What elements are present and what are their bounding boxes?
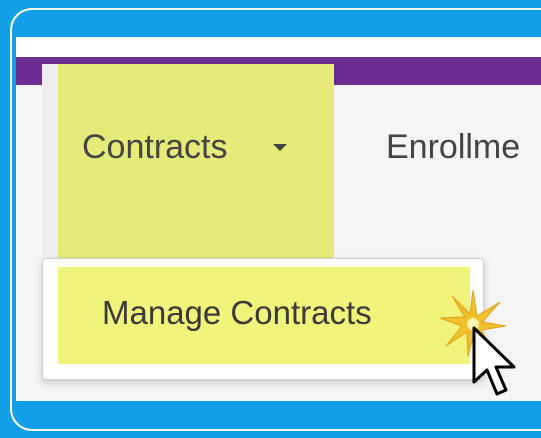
mouse-pointer-icon [472, 326, 516, 396]
nav-item-contracts-label: Contracts [82, 128, 228, 166]
nav-item-enrollment[interactable]: Enrollme [386, 128, 520, 167]
contracts-highlight [58, 64, 334, 270]
caret-down-icon [273, 144, 287, 151]
menu-item-manage-contracts[interactable]: Manage Contracts [102, 294, 372, 332]
